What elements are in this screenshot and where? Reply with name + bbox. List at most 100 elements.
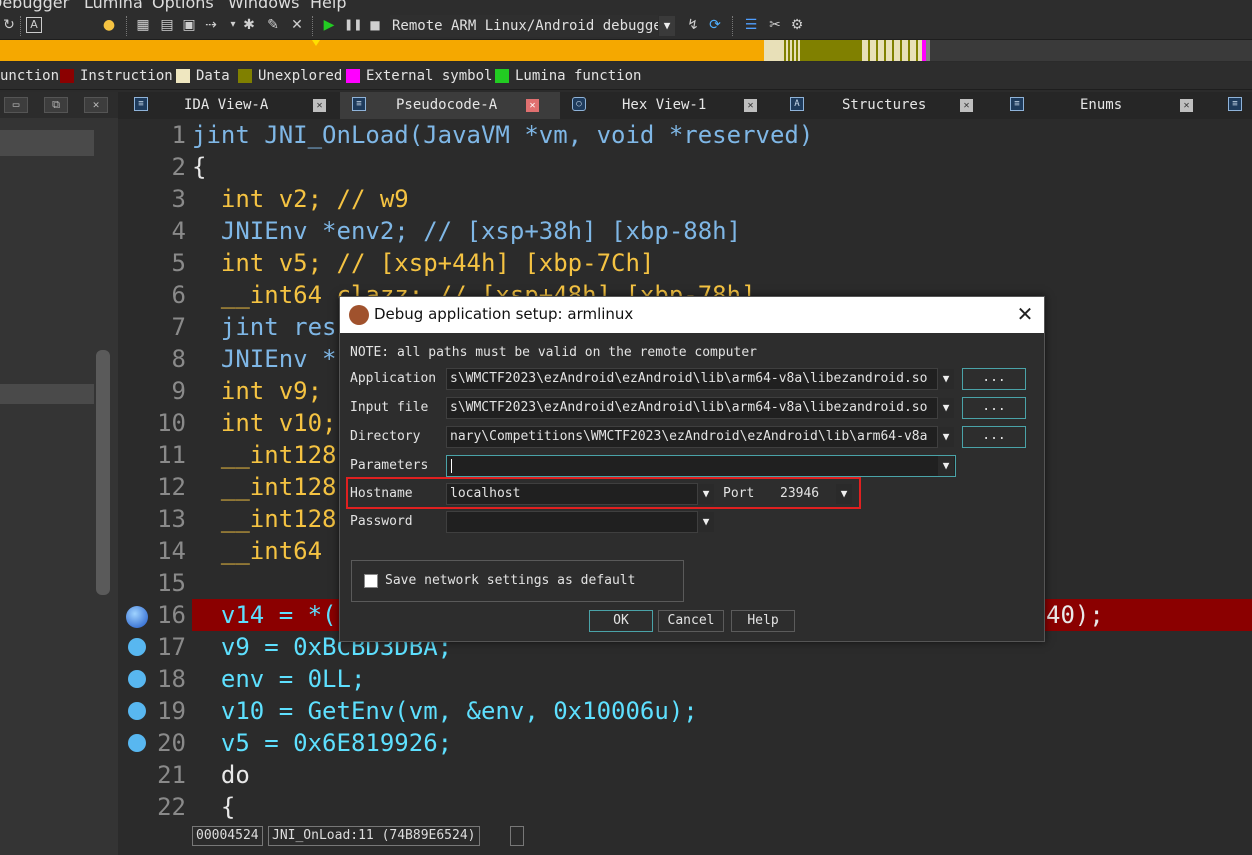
tab-ida-view[interactable]: ≡ IDA View-A ✕ (126, 92, 336, 119)
float-icon[interactable]: ⧉ (44, 97, 68, 113)
code-line[interactable]: JNIEnv *env2; // [xsp+38h] [xbp-88h] (192, 215, 741, 247)
list-icon[interactable]: ☰ (742, 16, 760, 34)
line-number: 21 (157, 761, 186, 789)
parameters-input[interactable] (446, 455, 956, 477)
code-line[interactable]: v5 = 0x6E819926; (192, 727, 452, 759)
breakpoint-icon[interactable] (128, 670, 146, 688)
edit-icon[interactable]: ✎ (264, 16, 282, 34)
line-number: 14 (157, 537, 186, 565)
debugger-select[interactable]: Remote ARM Linux/Android debugger (390, 15, 658, 37)
code-line[interactable]: int v5; // [xsp+44h] [xbp-7Ch] (192, 247, 654, 279)
panel-row-selected[interactable] (0, 130, 94, 156)
code-line[interactable]: int v10; (192, 407, 337, 439)
code-line[interactable]: jint res (192, 311, 337, 343)
chevron-down-icon[interactable]: ▼ (938, 369, 954, 389)
cancel-button[interactable]: Cancel (658, 610, 724, 632)
input-file-input[interactable]: s\WMCTF2023\ezAndroid\ezAndroid\lib\arm6… (446, 397, 938, 419)
dialog-titlebar[interactable]: Debug application setup: armlinux ✕ (340, 297, 1044, 333)
code-line[interactable]: { (192, 791, 235, 823)
code-line[interactable]: __int128 (192, 439, 337, 471)
scrollbar-thumb[interactable] (96, 350, 110, 595)
application-browse-button[interactable]: ... (962, 368, 1026, 390)
navigation-band[interactable] (0, 40, 1252, 61)
chevron-down-icon[interactable]: ▼ (698, 484, 714, 504)
tab-label: Enums (1080, 97, 1123, 113)
code-line[interactable]: JNIEnv * (192, 343, 337, 375)
tool-icon[interactable]: ✂ (766, 16, 784, 34)
code-line[interactable]: jint JNI_OnLoad(JavaVM *vm, void *reserv… (192, 119, 813, 151)
port-input[interactable]: 23946 (776, 483, 836, 505)
restore-icon[interactable]: ▭ (4, 97, 28, 113)
close-icon[interactable]: ✕ (960, 99, 973, 112)
code-icon[interactable]: ▦ (134, 16, 152, 34)
tab-structures[interactable]: A Structures ✕ (784, 92, 994, 119)
ok-button[interactable]: OK (589, 610, 653, 632)
step-icon[interactable]: ↻ (0, 16, 18, 34)
code-line[interactable]: v14 = *( (192, 599, 337, 631)
close-icon[interactable]: ✕ (1014, 303, 1036, 325)
breakpoint-icon[interactable] (128, 734, 146, 752)
status-address: 00004524 (192, 826, 263, 846)
line-number: 3 (171, 185, 186, 213)
lightbulb-icon[interactable]: ● (100, 16, 118, 34)
close-icon[interactable]: ✕ (1180, 99, 1193, 112)
chevron-down-icon[interactable]: ▼ (938, 398, 954, 418)
directory-browse-button[interactable]: ... (962, 426, 1026, 448)
breakpoint-icon[interactable] (128, 638, 146, 656)
data-icon[interactable]: ▤ (158, 16, 176, 34)
chevron-down-icon[interactable]: ▼ (938, 456, 954, 476)
save-default-checkbox[interactable] (364, 574, 378, 588)
graph-icon[interactable]: ✱ (240, 16, 258, 34)
xref-icon[interactable]: ⇢ (202, 16, 220, 34)
menu-debugger[interactable]: Debugger (0, 0, 69, 12)
menu-bar: Debugger Lumina Options Windows Help (0, 0, 1252, 12)
code-line[interactable]: do (192, 759, 250, 791)
chevron-down-icon[interactable]: ▼ (659, 16, 675, 36)
hostname-input[interactable]: localhost (446, 483, 698, 505)
text-icon[interactable]: A (26, 17, 42, 33)
menu-lumina[interactable]: Lumina (84, 0, 143, 12)
current-breakpoint-icon[interactable] (126, 606, 148, 628)
code-line[interactable]: int v9; (192, 375, 322, 407)
input-file-browse-button[interactable]: ... (962, 397, 1026, 419)
code-line[interactable]: __int128 (192, 503, 337, 535)
directory-input[interactable]: nary\Competitions\WMCTF2023\ezAndroid\ez… (446, 426, 938, 448)
help-button[interactable]: Help (731, 610, 795, 632)
code-line[interactable]: { (192, 151, 206, 183)
code-line[interactable]: __int64 (192, 535, 322, 567)
tab-hex-view[interactable]: ○ Hex View-1 ✕ (564, 92, 774, 119)
close-icon[interactable]: ✕ (84, 97, 108, 113)
code-line[interactable]: env = 0LL; (192, 663, 366, 695)
save-default-label[interactable]: Save network settings as default (385, 573, 635, 589)
pause-icon[interactable]: ❚❚ (344, 16, 362, 34)
menu-help[interactable]: Help (310, 0, 346, 12)
refresh-icon[interactable]: ⟳ (706, 16, 724, 34)
struct-icon: A (790, 97, 804, 111)
ida-logo-icon (349, 305, 369, 325)
attach-icon[interactable]: ↯ (684, 16, 702, 34)
breakpoint-icon[interactable] (128, 702, 146, 720)
panel-row[interactable] (0, 384, 94, 404)
menu-windows[interactable]: Windows (228, 0, 299, 12)
code-line[interactable]: v10 = GetEnv(vm, &env, 0x10006u); (192, 695, 698, 727)
tab-pseudocode[interactable]: ≡ Pseudocode-A ✕ (340, 92, 560, 119)
struct-icon[interactable]: ▣ (180, 16, 198, 34)
imports-icon[interactable]: ≡ (1228, 97, 1242, 111)
tab-enums[interactable]: ≡ Enums ✕ (1004, 92, 1214, 119)
close-icon[interactable]: ✕ (744, 99, 757, 112)
stop-icon[interactable]: ■ (366, 16, 384, 34)
application-input[interactable]: s\WMCTF2023\ezAndroid\ezAndroid\lib\arm6… (446, 368, 938, 390)
play-icon[interactable]: ▶ (320, 16, 338, 34)
tab-label: Structures (842, 97, 927, 113)
chevron-down-icon[interactable]: ▼ (938, 427, 954, 447)
settings-icon[interactable]: ⚙ (788, 16, 806, 34)
close-icon[interactable]: ✕ (313, 99, 326, 112)
chevron-down-icon[interactable]: ▼ (698, 512, 714, 532)
chevron-down-icon[interactable]: ▼ (836, 484, 852, 504)
close-icon[interactable]: ✕ (526, 99, 539, 112)
code-line[interactable]: int v2; // w9 (192, 183, 409, 215)
close-x-icon[interactable]: ✕ (288, 16, 306, 34)
password-input[interactable] (446, 511, 698, 533)
menu-options[interactable]: Options (152, 0, 214, 12)
code-line[interactable]: __int128 (192, 471, 337, 503)
